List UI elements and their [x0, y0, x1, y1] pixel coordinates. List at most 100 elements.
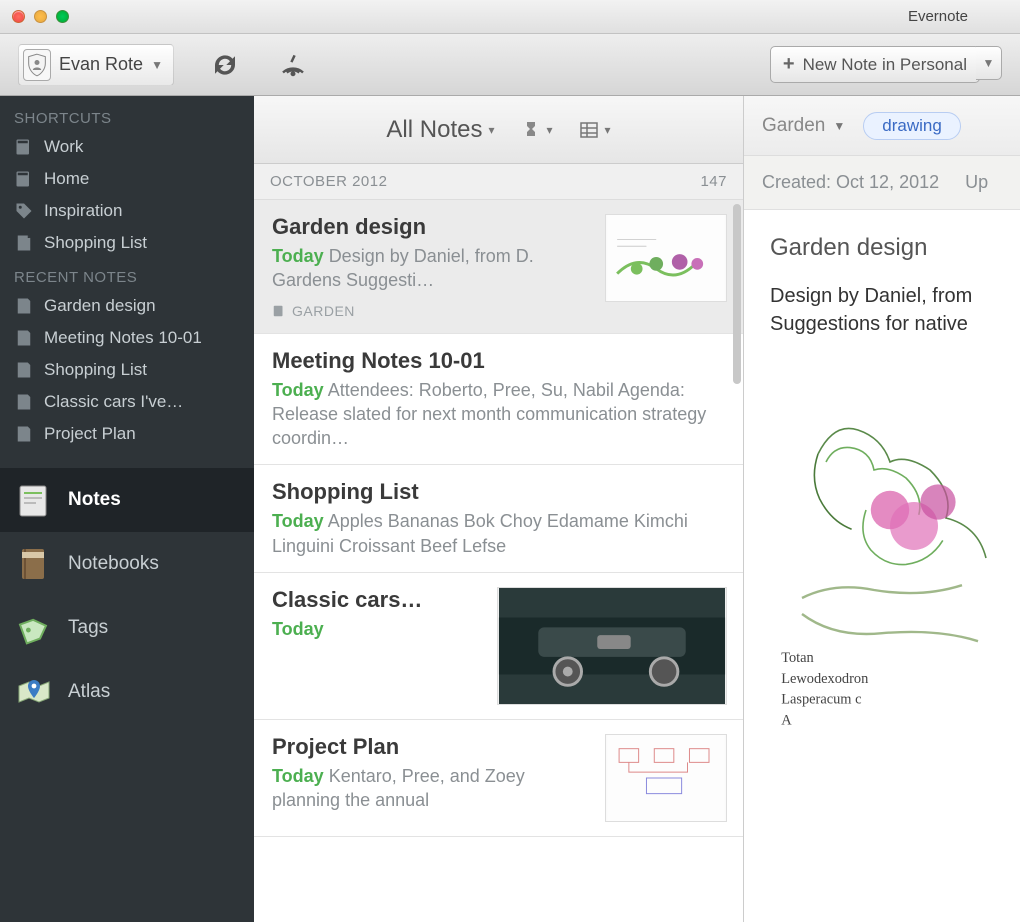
- sidebar-item-label: Inspiration: [44, 201, 122, 221]
- detail-tag-pill[interactable]: drawing: [863, 112, 961, 140]
- detail-notebook-dropdown[interactable]: Garden ▼: [762, 115, 845, 137]
- zoom-window-button[interactable]: [56, 10, 69, 23]
- note-icon: [14, 296, 34, 316]
- new-note-button[interactable]: + New Note in Personal: [770, 46, 980, 83]
- sync-button[interactable]: [208, 48, 242, 82]
- shield-user-icon: [23, 49, 51, 81]
- detail-body[interactable]: Garden design Design by Daniel, from Sug…: [744, 210, 1020, 922]
- nav-label: Atlas: [68, 681, 110, 703]
- sidebar-item-label: Shopping List: [44, 233, 147, 253]
- notes-scope-dropdown[interactable]: All Notes ▾: [386, 116, 494, 144]
- chevron-down-icon: ▼: [833, 119, 845, 133]
- note-icon: [14, 328, 34, 348]
- notes-list-header: All Notes ▾ ▾ ▾: [254, 96, 743, 164]
- new-note-label: New Note in Personal: [803, 55, 967, 75]
- toolbar: Evan Rote ▼ + New Note in Personal ▼: [0, 34, 1020, 96]
- notebook-small-icon: [272, 304, 286, 318]
- note-date: Today: [272, 511, 324, 531]
- shortcut-inspiration[interactable]: Inspiration: [0, 195, 254, 227]
- sidebar-item-label: Work: [44, 137, 83, 157]
- map-nav-icon: [14, 672, 54, 712]
- tag-icon: [14, 201, 34, 221]
- chevron-down-icon: ▾: [605, 123, 611, 137]
- app-title: Evernote: [908, 8, 968, 25]
- detail-updated-label: Up: [965, 172, 988, 193]
- close-window-button[interactable]: [12, 10, 25, 23]
- note-title: Project Plan: [272, 734, 593, 760]
- note-card-cars[interactable]: Classic cars… Today: [254, 573, 743, 720]
- svg-text:Totan: Totan: [781, 650, 814, 666]
- detail-notebook-label: Garden: [762, 115, 825, 137]
- note-icon: [14, 424, 34, 444]
- note-thumbnail: [605, 214, 727, 302]
- nav-notes[interactable]: Notes: [0, 468, 254, 532]
- shortcut-shopping-list[interactable]: Shopping List: [0, 227, 254, 259]
- note-card-shopping[interactable]: Shopping List Today Apples Bananas Bok C…: [254, 465, 743, 573]
- note-icon: [14, 360, 34, 380]
- sidebar-item-label: Garden design: [44, 296, 156, 316]
- reminder-icon: [521, 120, 541, 140]
- nav-atlas[interactable]: Atlas: [0, 660, 254, 724]
- note-date: Today: [272, 246, 324, 266]
- recent-classic-cars[interactable]: Classic cars I've…: [0, 386, 254, 418]
- note-title: Classic cars…: [272, 587, 485, 613]
- note-snippet: Today Attendees: Roberto, Pree, Su, Nabi…: [272, 378, 727, 451]
- note-tag: GARDEN: [272, 303, 593, 319]
- note-thumbnail: [605, 734, 727, 822]
- notes-list-column: All Notes ▾ ▾ ▾ OCTOBER 2012 147 Garden …: [254, 96, 744, 922]
- recent-project-plan[interactable]: Project Plan: [0, 418, 254, 450]
- note-card-project-plan[interactable]: Project Plan Today Kentaro, Pree, and Zo…: [254, 720, 743, 837]
- tag-nav-icon: [14, 608, 54, 648]
- notebook-icon: [14, 137, 34, 157]
- nav-tags[interactable]: Tags: [0, 596, 254, 660]
- svg-text:Lasperacum c: Lasperacum c: [781, 692, 861, 708]
- shortcut-home[interactable]: Home: [0, 163, 254, 195]
- sidebar-item-label: Meeting Notes 10-01: [44, 328, 202, 348]
- detail-metadata-bar: Created: Oct 12, 2012 Up: [744, 156, 1020, 210]
- recent-meeting-notes[interactable]: Meeting Notes 10-01: [0, 322, 254, 354]
- note-date: Today: [272, 380, 324, 400]
- note-icon: [14, 233, 34, 253]
- minimize-window-button[interactable]: [34, 10, 47, 23]
- note-date: Today: [272, 766, 324, 786]
- date-group-label: OCTOBER 2012: [270, 173, 387, 190]
- recent-shopping-list[interactable]: Shopping List: [0, 354, 254, 386]
- new-note-dropdown[interactable]: ▼: [976, 46, 1002, 80]
- notes-list[interactable]: Garden design Today Design by Daniel, fr…: [254, 200, 743, 922]
- sidebar-item-label: Project Plan: [44, 424, 136, 444]
- notebook-nav-icon: [14, 544, 54, 584]
- detail-notebook-bar: Garden ▼ drawing: [744, 96, 1020, 156]
- note-card-garden[interactable]: Garden design Today Design by Daniel, fr…: [254, 200, 743, 334]
- window-traffic-lights: [12, 10, 69, 23]
- note-thumbnail: [497, 587, 727, 705]
- nav-label: Notebooks: [68, 553, 159, 575]
- sort-button[interactable]: ▾: [521, 120, 553, 140]
- note-snippet: Today Kentaro, Pree, and Zoey planning t…: [272, 764, 593, 813]
- shortcut-work[interactable]: Work: [0, 131, 254, 163]
- note-snippet: Today: [272, 617, 485, 641]
- chevron-down-icon: ▾: [488, 123, 494, 137]
- shortcuts-header: SHORTCUTS: [0, 100, 254, 131]
- recent-notes-header: RECENT NOTES: [0, 259, 254, 290]
- note-card-meeting[interactable]: Meeting Notes 10-01 Today Attendees: Rob…: [254, 334, 743, 466]
- notes-nav-icon: [14, 480, 54, 520]
- chevron-down-icon: ▼: [983, 56, 995, 70]
- detail-note-text[interactable]: Design by Daniel, from Suggestions for n…: [770, 282, 994, 338]
- scrollbar[interactable]: [733, 204, 741, 384]
- notebook-icon: [14, 169, 34, 189]
- sketch-image: Totan Lewodexodron Lasperacum c A: [770, 356, 994, 776]
- svg-text:A: A: [781, 712, 792, 728]
- detail-created-label: Created: Oct 12, 2012: [762, 172, 939, 193]
- activity-satellite-button[interactable]: [276, 48, 310, 82]
- sidebar-item-label: Home: [44, 169, 89, 189]
- detail-note-title[interactable]: Garden design: [770, 234, 994, 262]
- account-dropdown[interactable]: Evan Rote ▼: [18, 44, 174, 86]
- nav-notebooks[interactable]: Notebooks: [0, 532, 254, 596]
- account-name: Evan Rote: [59, 54, 143, 75]
- chevron-down-icon: ▾: [547, 123, 553, 137]
- recent-garden-design[interactable]: Garden design: [0, 290, 254, 322]
- notes-date-group: OCTOBER 2012 147: [254, 164, 743, 200]
- note-title: Shopping List: [272, 479, 727, 505]
- view-mode-button[interactable]: ▾: [579, 120, 611, 140]
- note-title: Meeting Notes 10-01: [272, 348, 727, 374]
